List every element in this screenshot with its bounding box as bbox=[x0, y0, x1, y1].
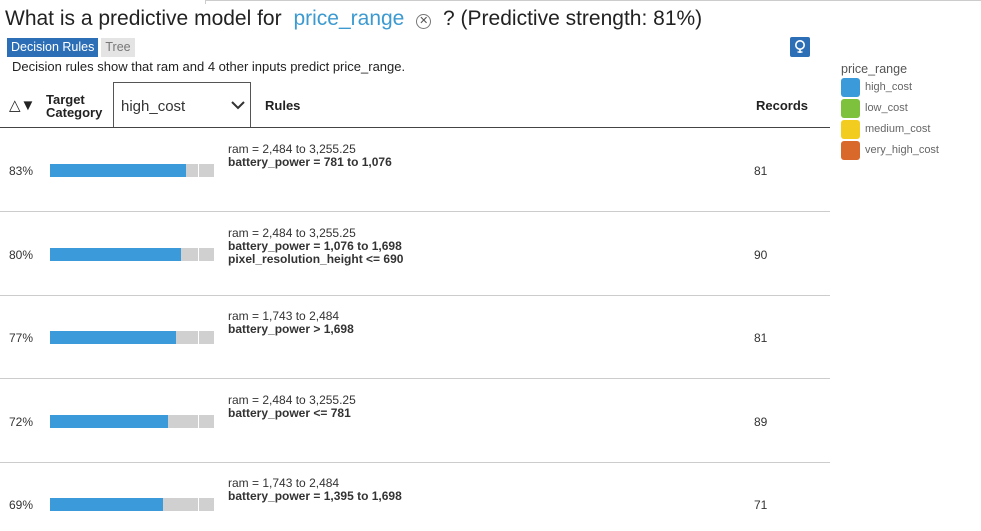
rule-conditions: ram = 2,484 to 3,255.25 battery_power = 1… bbox=[228, 225, 404, 266]
column-rules: Rules bbox=[265, 98, 301, 113]
rule-condition-value: = 2,484 to 3,255.25 bbox=[252, 392, 356, 407]
table-row[interactable]: 69% ram = 1,743 to 2,484 battery_power = 1… bbox=[0, 463, 830, 531]
rule-condition-value: <= 781 bbox=[313, 405, 351, 420]
view-tabs: Decision Rules Tree bbox=[7, 38, 135, 57]
row-records: 81 bbox=[754, 164, 768, 178]
title-suffix: ? (Predictive strength: 81%) bbox=[443, 7, 703, 30]
column-target-category: Target Category bbox=[46, 92, 103, 120]
rule-conditions: ram = 1,743 to 2,484 battery_power = 1,39… bbox=[228, 477, 402, 503]
table-row[interactable]: 77% ram = 1,743 to 2,484 battery_power > 1… bbox=[0, 296, 830, 379]
rule-field: ram bbox=[228, 476, 249, 490]
rule-condition: battery_power = 1,395 to 1,698 bbox=[228, 490, 402, 503]
rule-field: battery_power bbox=[228, 238, 311, 253]
legend-item[interactable]: very_high_cost bbox=[841, 141, 939, 162]
model-summary: Decision rules show that ram and 4 other… bbox=[12, 59, 406, 74]
row-records: 90 bbox=[754, 247, 768, 262]
rule-condition: battery_power <= 781 bbox=[228, 405, 356, 420]
rule-condition-value: = 1,743 to 2,484 bbox=[252, 309, 340, 323]
row-percentage: 83% bbox=[9, 164, 34, 178]
strength-bar bbox=[50, 164, 214, 177]
page-title: What is a predictive model for price_ran… bbox=[5, 7, 702, 31]
rule-condition-value: <= 690 bbox=[366, 251, 404, 266]
legend-swatch bbox=[841, 141, 860, 160]
rule-field: battery_power bbox=[228, 489, 311, 503]
chevron-down-icon bbox=[231, 101, 245, 110]
table-row[interactable]: 83% ram = 2,484 to 3,255.25 battery_power … bbox=[0, 129, 830, 212]
strength-bar-fill bbox=[50, 164, 187, 177]
legend-item[interactable]: medium_cost bbox=[841, 120, 930, 141]
insights-button[interactable] bbox=[790, 37, 810, 57]
rule-condition-value: = 2,484 to 3,255.25 bbox=[252, 142, 356, 156]
table-row[interactable]: 80% ram = 2,484 to 3,255.25 battery_power … bbox=[0, 213, 830, 296]
target-field-link[interactable]: price_range bbox=[293, 7, 404, 30]
row-records: 89 bbox=[754, 414, 768, 429]
rule-condition-value: = 1,076 to 1,698 bbox=[313, 238, 402, 253]
column-records: Records bbox=[756, 98, 809, 113]
strength-bar bbox=[50, 498, 214, 511]
legend-label: very_high_cost bbox=[865, 144, 939, 156]
rule-field: battery_power bbox=[228, 405, 311, 420]
legend-label: low_cost bbox=[865, 102, 908, 114]
rule-field: ram bbox=[228, 309, 249, 323]
tab-decision-rules[interactable]: Decision Rules bbox=[7, 38, 99, 57]
legend-title: price_range bbox=[841, 62, 908, 76]
rule-condition: pixel_resolution_height <= 690 bbox=[228, 251, 404, 266]
strength-bar-fill bbox=[50, 414, 169, 428]
rule-condition: battery_power = 781 to 1,076 bbox=[228, 156, 392, 169]
rule-field: battery_power bbox=[228, 155, 311, 169]
title-prefix: What is a predictive model for bbox=[5, 7, 282, 30]
rule-condition-value: = 1,395 to 1,698 bbox=[313, 489, 402, 503]
tab-tree[interactable]: Tree bbox=[101, 38, 135, 57]
strength-bar bbox=[50, 414, 214, 428]
legend-swatch bbox=[841, 99, 860, 118]
strength-bar-fill bbox=[50, 498, 164, 511]
row-percentage: 72% bbox=[9, 414, 34, 429]
rule-field: ram bbox=[228, 392, 249, 407]
target-category-select[interactable]: high_cost bbox=[113, 82, 251, 127]
strength-bar-fill bbox=[50, 331, 177, 344]
rule-conditions: ram = 2,484 to 3,255.25 battery_power <= … bbox=[228, 392, 356, 420]
rule-condition: battery_power > 1,698 bbox=[228, 323, 354, 336]
rule-condition-value: = 2,484 to 3,255.25 bbox=[252, 225, 356, 240]
rules-table-header: △▼ Target Category high_cost Rules Recor… bbox=[0, 80, 830, 128]
rule-field: pixel_resolution_height bbox=[228, 251, 363, 266]
legend-swatch bbox=[841, 120, 860, 139]
baseline-marker bbox=[197, 331, 199, 344]
baseline-marker bbox=[197, 164, 199, 177]
row-percentage: 77% bbox=[9, 331, 34, 345]
table-row[interactable]: 72% ram = 2,484 to 3,255.25 battery_power … bbox=[0, 380, 830, 463]
legend: price_range high_cost low_cost medium_cost… bbox=[841, 62, 939, 162]
rule-conditions: ram = 1,743 to 2,484 battery_power > 1,69… bbox=[228, 310, 354, 336]
top-border bbox=[205, 0, 981, 4]
strength-bar bbox=[50, 247, 214, 261]
baseline-marker bbox=[197, 498, 199, 511]
rule-condition-value: > 1,698 bbox=[313, 322, 354, 336]
legend-swatch bbox=[841, 78, 860, 97]
legend-label: medium_cost bbox=[865, 123, 931, 135]
lightbulb-icon bbox=[795, 40, 805, 53]
rule-condition-value: = 1,743 to 2,484 bbox=[252, 476, 340, 490]
rule-field: ram bbox=[228, 225, 249, 240]
row-records: 71 bbox=[754, 498, 768, 512]
rule-conditions: ram = 2,484 to 3,255.25 battery_power = 7… bbox=[228, 143, 392, 169]
rule-field: battery_power bbox=[228, 322, 311, 336]
row-records: 81 bbox=[754, 331, 768, 345]
legend-label: high_cost bbox=[865, 81, 913, 93]
strength-bar-fill bbox=[50, 247, 182, 261]
baseline-marker bbox=[197, 247, 199, 261]
clear-target-icon[interactable]: ✕ bbox=[416, 14, 432, 29]
row-percentage: 69% bbox=[9, 498, 34, 512]
baseline-marker bbox=[197, 414, 199, 428]
strength-bar bbox=[50, 331, 214, 344]
legend-item[interactable]: high_cost bbox=[841, 78, 912, 99]
row-percentage: 80% bbox=[9, 247, 34, 262]
rule-field: ram bbox=[228, 142, 249, 156]
rule-condition-value: = 781 to 1,076 bbox=[313, 155, 392, 169]
selected-category: high_cost bbox=[121, 98, 186, 115]
legend-item[interactable]: low_cost bbox=[841, 99, 908, 120]
sort-triangle-icon[interactable]: △▼ bbox=[9, 96, 35, 114]
